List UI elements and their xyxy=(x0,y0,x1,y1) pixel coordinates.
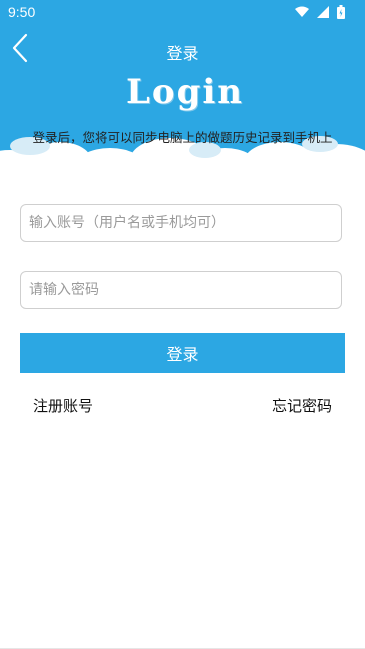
register-link[interactable]: 注册账号 xyxy=(33,395,93,416)
password-input[interactable] xyxy=(21,272,341,308)
status-bar: 9:50 xyxy=(0,0,365,24)
account-input[interactable] xyxy=(21,205,341,241)
status-icons xyxy=(291,4,345,20)
password-field[interactable] xyxy=(20,271,342,309)
account-field[interactable] xyxy=(20,204,342,242)
battery-icon xyxy=(337,4,345,19)
login-logo: Login xyxy=(126,72,244,112)
page-title: 登录 xyxy=(166,44,199,63)
login-subtitle: 登录后，您将可以同步电脑上的做题历史记录到手机上 xyxy=(32,130,333,145)
forgot-password-link[interactable]: 忘记密码 xyxy=(272,395,332,416)
signal-icon xyxy=(316,5,329,18)
login-button[interactable]: 登录 xyxy=(20,333,345,373)
status-time: 9:50 xyxy=(8,4,36,20)
wifi-icon xyxy=(294,6,309,17)
header: 9:50 登录 Login 登录后，您将可以同步电脑上的做题历史记录到手机上 xyxy=(0,0,365,175)
